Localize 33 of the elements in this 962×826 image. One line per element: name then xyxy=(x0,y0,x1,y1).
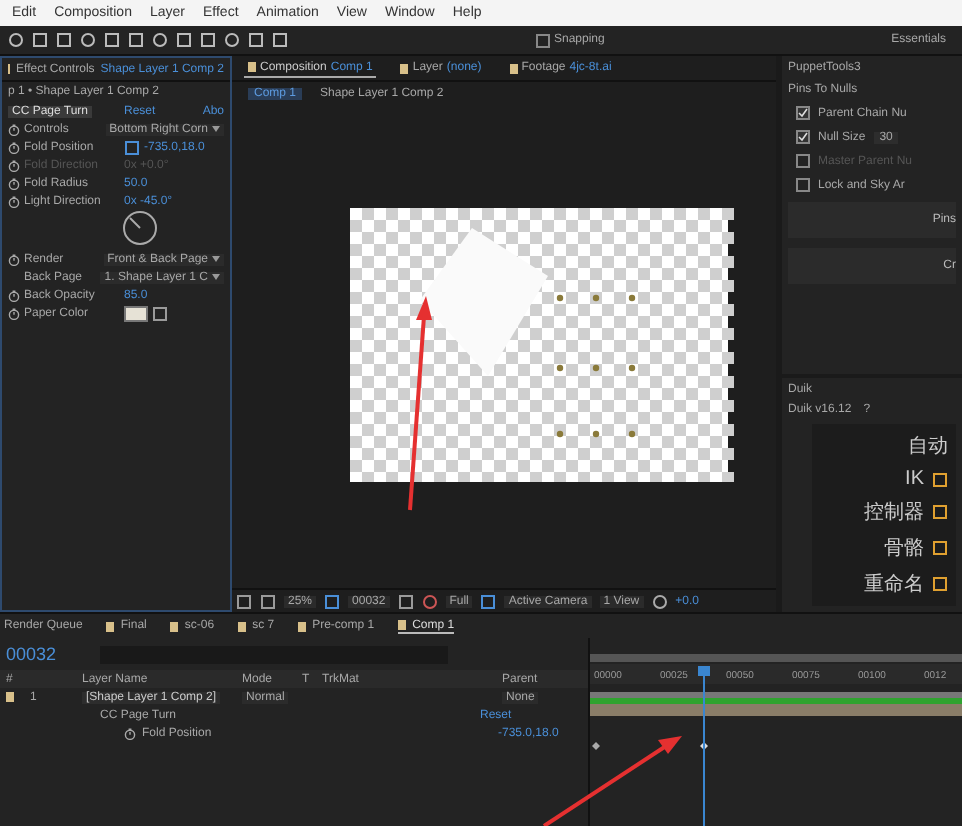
snapping-checkbox[interactable] xyxy=(536,33,550,47)
tool-icon[interactable] xyxy=(932,540,948,556)
caret-icon xyxy=(212,126,220,132)
tool-label[interactable]: 控制器 xyxy=(864,498,924,526)
stopwatch-icon[interactable] xyxy=(8,195,20,207)
playhead[interactable] xyxy=(698,666,710,826)
null-markers[interactable] xyxy=(556,294,636,438)
section-title: 自动 xyxy=(908,434,948,460)
tool-icon[interactable] xyxy=(932,504,948,520)
stopwatch-icon[interactable] xyxy=(8,253,20,265)
checkbox[interactable] xyxy=(796,178,810,192)
tool-label[interactable]: 重命名 xyxy=(864,570,924,598)
stopwatch-icon[interactable] xyxy=(8,307,20,319)
timecode[interactable]: 00032 xyxy=(6,644,57,664)
color-swatch[interactable] xyxy=(124,305,148,321)
caret-icon xyxy=(212,274,220,280)
tool-label[interactable]: IK xyxy=(905,468,924,490)
annotation-arrow xyxy=(542,736,682,826)
stopwatch-icon[interactable] xyxy=(8,289,20,301)
stopwatch-icon[interactable] xyxy=(8,141,20,153)
caret-icon xyxy=(212,256,220,262)
checkbox[interactable] xyxy=(796,130,810,144)
keyframe[interactable] xyxy=(700,742,708,750)
stopwatch-icon[interactable] xyxy=(124,727,136,739)
stopwatch-icon[interactable] xyxy=(8,177,20,189)
angle-dial[interactable] xyxy=(122,210,158,246)
stopwatch-icon[interactable] xyxy=(8,123,20,135)
checkbox[interactable] xyxy=(796,106,810,120)
tool-icon[interactable] xyxy=(932,576,948,592)
time-ruler[interactable] xyxy=(590,664,962,684)
tool-icon[interactable] xyxy=(932,471,948,487)
tool-label[interactable]: 骨骼 xyxy=(884,534,924,562)
keyframe[interactable] xyxy=(592,742,600,750)
